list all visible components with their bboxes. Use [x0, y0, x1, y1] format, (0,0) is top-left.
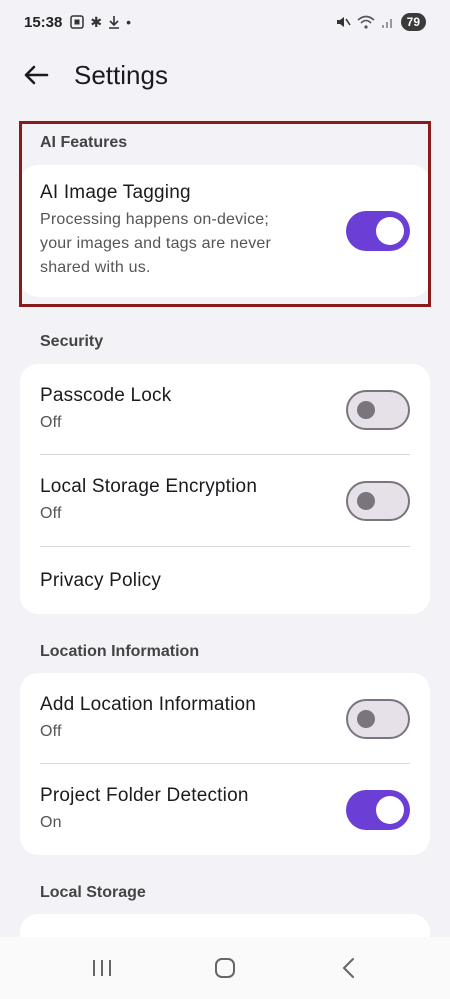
setting-passcode-lock[interactable]: Passcode Lock Off [20, 364, 430, 455]
privacy-policy-link[interactable]: Privacy Policy [40, 570, 161, 592]
signal-icon [381, 19, 392, 28]
setting-status: On [40, 813, 62, 831]
asterisk-icon: ✱ [90, 13, 103, 30]
status-right: 79 [335, 13, 426, 31]
nav-back-button[interactable] [328, 948, 368, 988]
recent-apps-button[interactable] [82, 948, 122, 988]
section-label-local-storage: Local Storage [40, 884, 146, 901]
screenshot-icon [70, 15, 85, 29]
project-folder-detection-toggle[interactable] [346, 789, 410, 830]
card-security: Passcode Lock Off Local Storage Encrypti… [20, 364, 430, 614]
setting-privacy-policy[interactable]: Privacy Policy [20, 547, 430, 614]
mute-icon [336, 17, 351, 27]
recent-apps-icon [92, 960, 111, 976]
setting-title: Local Storage Encryption [40, 476, 258, 497]
status-bar: 15:38 ✱ • 79 [0, 0, 450, 44]
setting-status: Off [40, 505, 62, 522]
card-location: Add Location Information Off Project Fol… [20, 673, 430, 855]
wifi-icon [357, 15, 375, 29]
setting-add-location[interactable]: Add Location Information Off [20, 673, 430, 764]
local-storage-encryption-toggle[interactable] [346, 481, 410, 521]
status-time: 15:38 [24, 13, 63, 31]
download-icon [109, 16, 120, 29]
page-title: Settings [74, 59, 168, 90]
setting-local-storage-encryption[interactable]: Local Storage Encryption Off [20, 455, 430, 547]
section-label-security: Security [40, 333, 104, 350]
section-label-location: Location Information [40, 643, 200, 660]
setting-status: Off [40, 413, 62, 431]
chevron-left-icon [342, 958, 355, 978]
setting-title: AI Image Tagging [40, 182, 191, 203]
status-icons: ✱ • [70, 14, 131, 31]
setting-status: Off [40, 722, 62, 740]
back-arrow-icon [24, 65, 49, 85]
battery-badge: 79 [400, 13, 426, 31]
home-button[interactable] [205, 948, 245, 988]
back-button[interactable] [20, 59, 52, 91]
card-ai-features: AI Image Tagging Processing happens on-d… [20, 165, 430, 297]
passcode-lock-toggle[interactable] [346, 389, 410, 430]
setting-title: Add Location Information [40, 693, 257, 715]
dot-icon: • [126, 14, 132, 30]
status-left: 15:38 ✱ • [24, 14, 131, 31]
home-icon [214, 958, 235, 978]
setting-description: Processing happens on-device; your image… [40, 211, 272, 276]
add-location-toggle[interactable] [346, 698, 410, 739]
setting-title: Project Folder Detection [40, 784, 249, 806]
setting-project-folder-detection[interactable]: Project Folder Detection On [20, 764, 430, 855]
setting-ai-image-tagging[interactable]: AI Image Tagging Processing happens on-d… [20, 165, 430, 297]
section-label-ai-features: AI Features [40, 134, 128, 151]
setting-title: Passcode Lock [40, 384, 172, 406]
system-nav-bar [0, 937, 450, 999]
app-header: Settings [0, 44, 450, 106]
ai-image-tagging-toggle[interactable] [346, 211, 410, 251]
